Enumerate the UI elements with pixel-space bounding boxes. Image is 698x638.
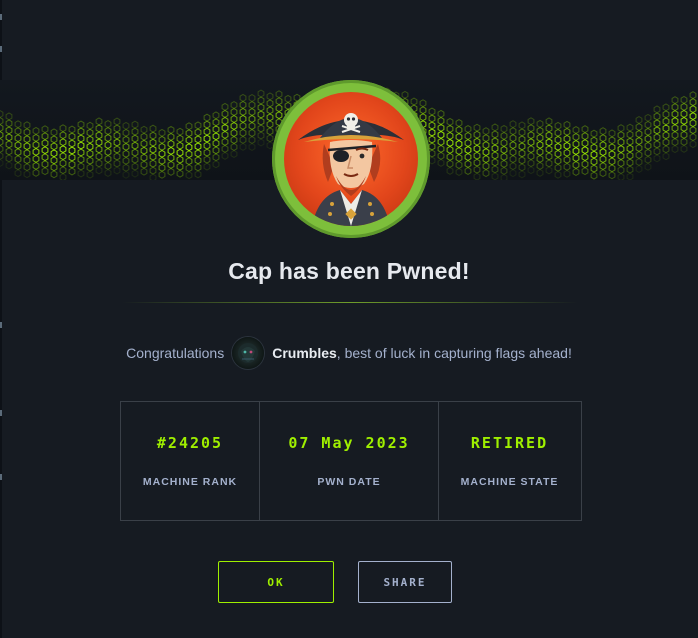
congrats-suffix: , best of luck in capturing flags ahead! <box>336 345 572 361</box>
pirate-captain-icon <box>284 92 418 226</box>
edge-mark <box>0 46 2 52</box>
congrats-message: Congratulations Crumbles , best of luck … <box>0 336 698 370</box>
congrats-prefix: Congratulations <box>126 345 225 361</box>
stats-panel: #24205 MACHINE RANK 07 May 2023 PWN DATE… <box>120 401 582 521</box>
pwn-date-label: PWN DATE <box>317 476 381 488</box>
edge-mark <box>0 14 2 20</box>
share-button[interactable]: SHARE <box>358 561 452 603</box>
machine-avatar <box>272 80 430 238</box>
edge-mark <box>0 322 2 328</box>
divider <box>122 302 578 303</box>
machine-state-label: MACHINE STATE <box>460 476 559 488</box>
pwn-date-value: 07 May 2023 <box>288 434 410 452</box>
pwned-modal: Cap has been Pwned! Congratulations Crum… <box>0 0 698 638</box>
edge-mark <box>0 474 2 480</box>
edge-mark <box>0 410 2 416</box>
stat-pwn-date: 07 May 2023 PWN DATE <box>259 402 438 520</box>
stat-machine-rank: #24205 MACHINE RANK <box>121 402 259 520</box>
ok-button[interactable]: OK <box>218 561 334 603</box>
user-avatar-icon <box>232 337 265 369</box>
machine-rank-label: MACHINE RANK <box>142 476 238 488</box>
machine-rank-value: #24205 <box>156 434 224 452</box>
machine-state-value: RETIRED <box>470 434 549 452</box>
page-title: Cap has been Pwned! <box>228 258 470 284</box>
user-name[interactable]: Crumbles <box>272 345 337 361</box>
stat-machine-state: RETIRED MACHINE STATE <box>438 402 580 520</box>
